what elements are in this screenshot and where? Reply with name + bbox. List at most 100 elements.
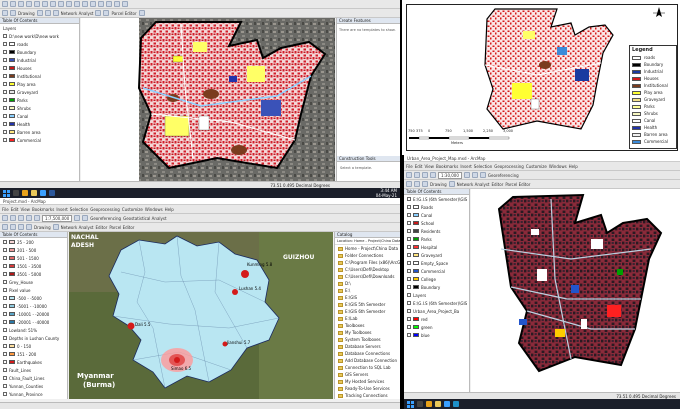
layer-checkbox[interactable] [3, 248, 7, 252]
toc-layer-row[interactable]: D:\new work\D\new work [0, 32, 79, 40]
toc-layer-row[interactable]: Play area [0, 80, 79, 88]
layer-checkbox[interactable] [3, 376, 7, 380]
menu-selection[interactable]: Selection [474, 164, 492, 169]
catalog-item[interactable]: Tracking Connections [335, 392, 400, 399]
toolbar-label-georeferencing[interactable]: Georeferencing [488, 173, 519, 178]
pan-icon[interactable] [422, 181, 428, 187]
taskbar-arcmap-icon[interactable] [444, 401, 450, 407]
toc-layer-row[interactable]: -20001 - -40000 [0, 318, 67, 326]
catalog-item[interactable]: Home - Project\China Data [335, 245, 400, 252]
redo-icon[interactable] [66, 1, 72, 7]
zoom-out-icon[interactable] [414, 181, 420, 187]
menu-windows[interactable]: Windows [145, 207, 163, 212]
layer-checkbox[interactable] [3, 304, 7, 308]
toc-layer-row[interactable]: Layers [404, 291, 469, 299]
toc-layer-row[interactable]: E:\G.I.S (6th Semester)\GIS [404, 299, 469, 307]
toc-layer-row[interactable]: Shrubs [0, 104, 79, 112]
toc-layer-row[interactable]: College [404, 275, 469, 283]
layer-checkbox[interactable] [3, 130, 7, 134]
sketch-icon[interactable] [10, 10, 16, 16]
layer-checkbox[interactable] [407, 261, 411, 265]
toc-layer-row[interactable]: Earthquakes [0, 358, 67, 366]
study-area-polygon[interactable] [497, 193, 663, 373]
scale-box[interactable]: 1:30,000 [438, 171, 462, 179]
toc-layer-row[interactable]: Canal [0, 112, 79, 120]
search-icon[interactable] [479, 172, 486, 178]
layer-checkbox[interactable] [3, 384, 7, 388]
toc-layer-row[interactable]: Parks [404, 235, 469, 243]
catalog-item[interactable]: Add Database Connection [335, 357, 400, 364]
toc-layer-row[interactable]: 151 - 200 [0, 350, 67, 358]
open-icon[interactable] [414, 172, 420, 178]
identify-icon[interactable] [114, 1, 120, 7]
menu-help[interactable]: Help [569, 164, 578, 169]
layer-checkbox[interactable] [407, 325, 411, 329]
print-icon[interactable] [26, 1, 32, 7]
menu-selection[interactable]: Selection [70, 207, 88, 212]
editor-toolbar-icon[interactable] [463, 172, 470, 178]
toc-layer-row[interactable]: E:\G.I.S (6th Semester)\GIS [404, 195, 469, 203]
add-data-icon[interactable] [34, 215, 40, 221]
layer-checkbox[interactable] [407, 269, 411, 273]
map-view[interactable] [471, 189, 680, 392]
layer-checkbox[interactable] [407, 293, 411, 297]
parcel-icon[interactable] [138, 10, 145, 16]
catalog-icon[interactable] [82, 215, 89, 221]
map-view[interactable]: NACHAL ADESH GUIZHOU Myanmar (Burma) Kun… [69, 232, 333, 399]
toolbar-label-parcel[interactable]: Parcel Editor [109, 225, 134, 230]
menu-bookmarks[interactable]: Bookmarks [436, 164, 458, 169]
layer-checkbox[interactable] [407, 229, 411, 233]
menu-view[interactable]: View [424, 164, 434, 169]
layer-checkbox[interactable] [407, 333, 411, 337]
toc-layer-row[interactable]: Boundary [0, 48, 79, 56]
menu-edit[interactable]: Edit [11, 207, 19, 212]
layer-checkbox[interactable] [407, 221, 411, 225]
layer-checkbox[interactable] [3, 344, 7, 348]
select-icon[interactable] [122, 1, 128, 7]
copy-icon[interactable] [42, 1, 48, 7]
toc-layer-row[interactable]: Graveyard [404, 251, 469, 259]
toc-layer-row[interactable]: Houses [0, 64, 79, 72]
toc-layer-row[interactable]: Commercial [404, 267, 469, 275]
route-icon[interactable] [103, 10, 110, 16]
layer-checkbox[interactable] [3, 66, 7, 70]
scale-box[interactable]: 1:7,500,000 [42, 214, 73, 222]
catalog-item[interactable]: C:\Users\Defi\Desktop [335, 266, 400, 273]
toolbar-label-parcel[interactable]: Parcel Editor [505, 182, 530, 187]
earthquake-marker[interactable] [174, 357, 180, 363]
layer-checkbox[interactable] [3, 82, 7, 86]
taskbar-browser-icon[interactable] [22, 190, 28, 196]
toc-layer-row[interactable]: 3501 - 5000 [0, 270, 67, 278]
toc-layer-row[interactable]: Hospital [404, 243, 469, 251]
zoom-out-icon[interactable] [10, 224, 16, 230]
layer-checkbox[interactable] [407, 277, 411, 281]
toolbar-label-network[interactable]: Network Analyst [457, 182, 490, 187]
taskbar-browser-icon[interactable] [426, 401, 432, 407]
draw-rectangle-icon[interactable] [36, 10, 43, 16]
layer-checkbox[interactable] [3, 240, 7, 244]
toc-layer-row[interactable]: 25 - 200 [0, 238, 67, 246]
toc-layer-row[interactable]: Canal [404, 211, 469, 219]
menu-help[interactable]: Help [165, 207, 174, 212]
new-icon[interactable] [2, 215, 8, 221]
toc-layer-row[interactable]: Grey_House [0, 278, 67, 286]
taskbar-explorer-icon[interactable] [31, 190, 37, 196]
layer-checkbox[interactable] [407, 301, 411, 305]
full-extent-icon[interactable] [106, 1, 112, 7]
save-icon[interactable] [18, 215, 24, 221]
pan-icon[interactable] [18, 224, 24, 230]
zoom-in-icon[interactable] [82, 1, 88, 7]
taskbar-word-icon[interactable] [49, 190, 55, 196]
layer-checkbox[interactable] [3, 312, 7, 316]
windows-start-icon[interactable] [3, 189, 10, 197]
menu-geoprocessing[interactable]: Geoprocessing [90, 207, 120, 212]
catalog-item[interactable]: System Toolboxes [335, 336, 400, 343]
catalog-item[interactable]: E:\GIS [335, 294, 400, 301]
layer-checkbox[interactable] [3, 272, 7, 276]
layer-checkbox[interactable] [407, 309, 411, 313]
layer-checkbox[interactable] [407, 205, 411, 209]
toc-layer-row[interactable]: Urban_Area_Project_Ba [404, 307, 469, 315]
pan-icon[interactable] [98, 1, 104, 7]
catalog-item[interactable]: Connection to SQL Lab [335, 364, 400, 371]
taskbar-arcmap-icon[interactable] [40, 190, 46, 196]
